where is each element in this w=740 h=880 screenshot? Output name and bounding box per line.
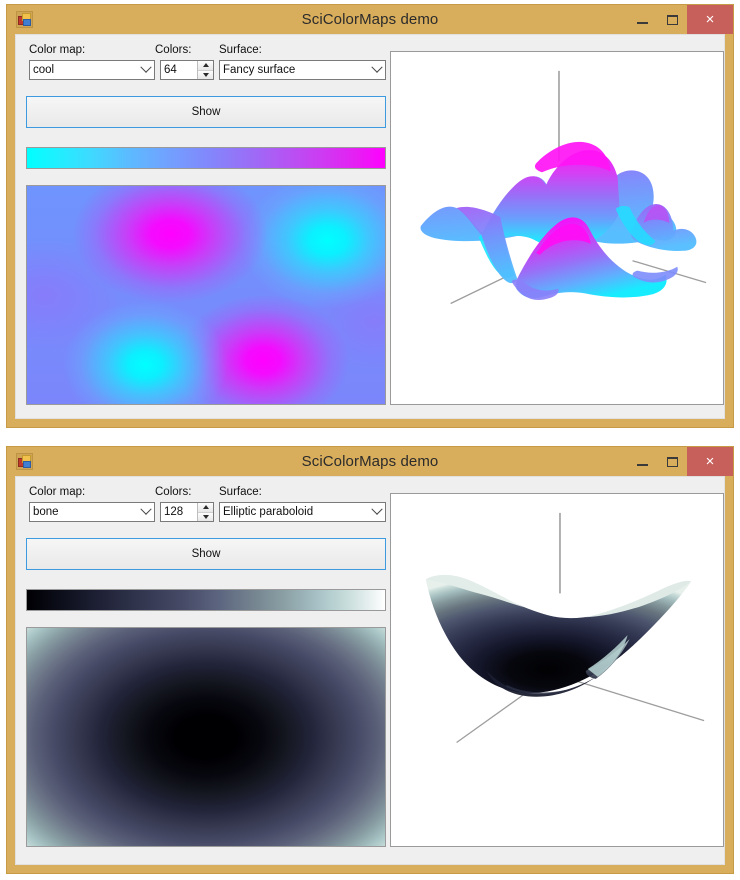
show-button-label: Show bbox=[191, 548, 221, 560]
colors-spinner[interactable]: 128 bbox=[160, 502, 214, 522]
window-title: SciColorMaps demo bbox=[301, 453, 439, 470]
spinner-buttons[interactable] bbox=[197, 503, 213, 521]
client-area: Color map: Colors: Surface: bone 128 Ell… bbox=[15, 476, 725, 865]
surface-combobox[interactable]: Elliptic paraboloid bbox=[219, 502, 386, 522]
colormap-value: bone bbox=[33, 506, 59, 518]
cool-heatmap bbox=[27, 186, 385, 404]
screen: SciColorMaps demo × Color map: Colors: S… bbox=[0, 0, 740, 880]
spinner-down-icon[interactable] bbox=[198, 512, 213, 521]
spinner-down-icon[interactable] bbox=[198, 70, 213, 79]
chevron-down-icon bbox=[369, 61, 385, 74]
show-button-label: Show bbox=[191, 106, 221, 118]
colormap-label: Color map: bbox=[29, 44, 86, 56]
colormap-combobox[interactable]: bone bbox=[29, 502, 155, 522]
bone-heatmap bbox=[27, 628, 385, 846]
minimize-icon bbox=[636, 464, 648, 466]
window-controls: × bbox=[627, 5, 733, 34]
maximize-button[interactable] bbox=[657, 447, 687, 476]
colorbar-bone bbox=[26, 589, 386, 611]
minimize-button[interactable] bbox=[627, 447, 657, 476]
minimize-button[interactable] bbox=[627, 5, 657, 34]
spinner-up-icon[interactable] bbox=[198, 61, 213, 71]
client-area: Color map: Colors: Surface: cool 64 Fanc… bbox=[15, 34, 725, 419]
surface-preview-3d[interactable] bbox=[390, 493, 724, 847]
close-button[interactable]: × bbox=[687, 5, 733, 34]
title-bar[interactable]: SciColorMaps demo × bbox=[7, 447, 733, 476]
window-title: SciColorMaps demo bbox=[301, 11, 439, 28]
close-icon: × bbox=[705, 453, 715, 470]
close-button[interactable]: × bbox=[687, 447, 733, 476]
spinner-buttons[interactable] bbox=[197, 61, 213, 79]
colorbar-cool bbox=[26, 147, 386, 169]
title-bar[interactable]: SciColorMaps demo × bbox=[7, 5, 733, 34]
surface-value: Fancy surface bbox=[223, 64, 296, 76]
colormap-value: cool bbox=[33, 64, 55, 76]
surface-label: Surface: bbox=[219, 486, 262, 498]
spinner-up-icon[interactable] bbox=[198, 503, 213, 513]
elliptic-paraboloid-3d bbox=[425, 512, 705, 744]
show-button[interactable]: Show bbox=[26, 538, 386, 570]
maximize-icon bbox=[666, 456, 678, 467]
show-button[interactable]: Show bbox=[26, 96, 386, 128]
colormap-label: Color map: bbox=[29, 486, 86, 498]
surface-preview-3d[interactable] bbox=[390, 51, 724, 405]
surface-label: Surface: bbox=[219, 44, 262, 56]
window-scicolormaps-cool: SciColorMaps demo × Color map: Colors: S… bbox=[6, 4, 734, 428]
colors-value: 128 bbox=[164, 506, 184, 518]
vs-form-icon bbox=[16, 453, 33, 470]
colormap-preview-2d bbox=[26, 185, 386, 405]
colormap-preview-2d bbox=[26, 627, 386, 847]
chevron-down-icon bbox=[138, 61, 154, 74]
window-controls: × bbox=[627, 447, 733, 476]
maximize-icon bbox=[666, 14, 678, 25]
close-icon: × bbox=[705, 11, 715, 28]
chevron-down-icon bbox=[138, 503, 154, 516]
vs-form-icon bbox=[16, 11, 33, 28]
fancy-surface-3d bbox=[420, 70, 707, 305]
colors-label: Colors: bbox=[155, 486, 192, 498]
colormap-combobox[interactable]: cool bbox=[29, 60, 155, 80]
surface-combobox[interactable]: Fancy surface bbox=[219, 60, 386, 80]
minimize-icon bbox=[636, 22, 648, 24]
surface-value: Elliptic paraboloid bbox=[223, 506, 314, 518]
colors-spinner[interactable]: 64 bbox=[160, 60, 214, 80]
window-scicolormaps-bone: SciColorMaps demo × Color map: Colors: S… bbox=[6, 446, 734, 874]
maximize-button[interactable] bbox=[657, 5, 687, 34]
colors-value: 64 bbox=[164, 64, 177, 76]
chevron-down-icon bbox=[369, 503, 385, 516]
colors-label: Colors: bbox=[155, 44, 192, 56]
